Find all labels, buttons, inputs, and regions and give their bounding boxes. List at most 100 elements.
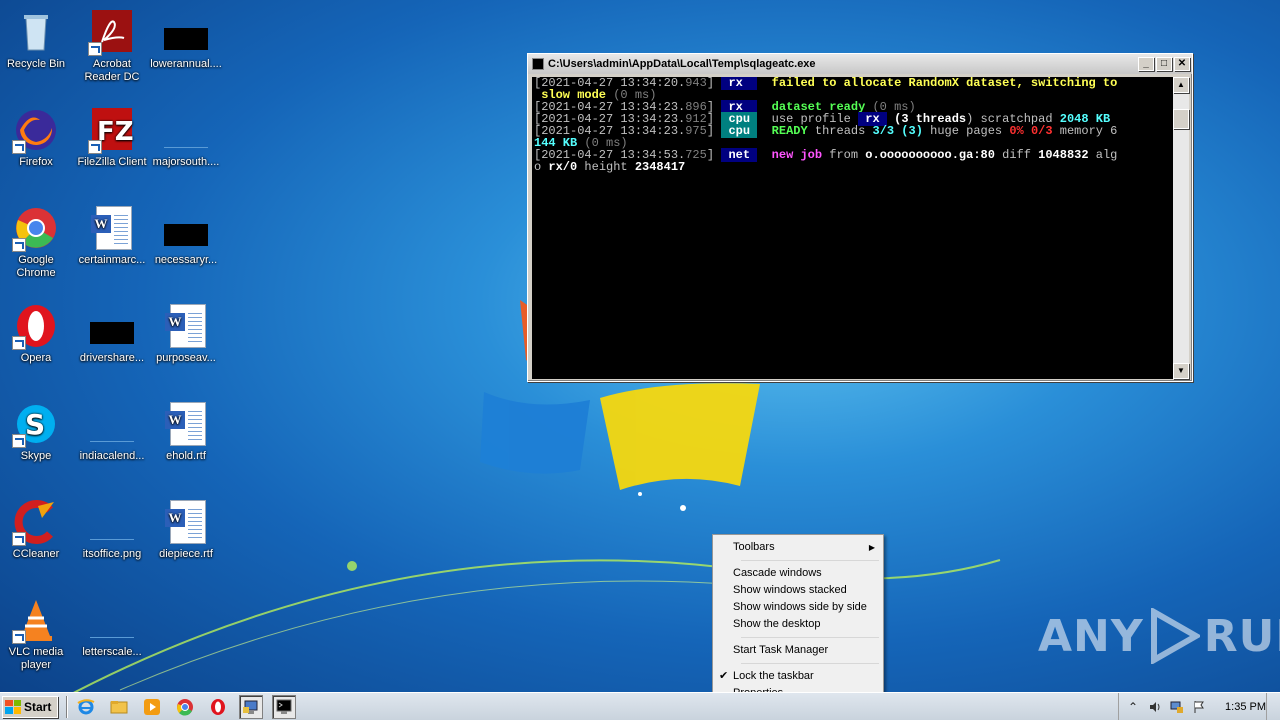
chrome-icon[interactable] — [173, 695, 197, 719]
desktop-icon-file[interactable]: lowerannual.... — [148, 8, 224, 71]
desktop-icon-ccleaner[interactable]: CCleaner — [0, 498, 74, 561]
chrome-icon — [12, 204, 60, 252]
desktop-icon-opera[interactable]: Opera — [0, 302, 74, 365]
console-text-segment: from — [822, 148, 866, 162]
desktop-icon-file[interactable]: letterscale... — [74, 596, 150, 659]
start-label: Start — [24, 699, 52, 714]
desktop-icon-label: ehold.rtf — [166, 450, 206, 462]
menu-item-lock-the-taskbar[interactable]: ✔ Lock the taskbar — [715, 668, 881, 685]
console-text-segment: diff — [994, 148, 1039, 162]
desktop-icon-label: majorsouth.... — [152, 156, 220, 168]
desktop-icon-label: Skype — [20, 450, 52, 462]
menu-item-show-the-desktop[interactable]: Show the desktop — [715, 616, 881, 633]
console-line: o rx/0 height 2348417 — [534, 161, 1172, 173]
watermark-text-left: ANY — [1038, 610, 1144, 662]
desktop-icon-label: Opera — [20, 352, 52, 364]
show-hidden-icons-arrow-icon[interactable]: ⌃ — [1125, 699, 1141, 715]
desktop-icon-label: diepiece.rtf — [159, 548, 213, 560]
action-center-flag-icon[interactable] — [1191, 699, 1207, 715]
taskbar-separator — [66, 695, 69, 718]
menu-item-toolbars[interactable]: Toolbars ▶ — [715, 539, 881, 556]
console-text-segment: 1048832 — [1038, 148, 1089, 162]
menu-separator — [741, 663, 879, 664]
desktop-icon-file[interactable]: indiacalend... — [74, 400, 150, 463]
console-text-segment: 725 — [685, 148, 707, 162]
show-desktop-button[interactable] — [1266, 693, 1280, 720]
console-text-segment: new job — [757, 148, 823, 162]
opera-icon — [12, 302, 60, 350]
desktop-icon-file[interactable]: itsoffice.png — [74, 498, 150, 561]
submenu-arrow-icon: ▶ — [868, 543, 875, 552]
menu-item-show-windows-stacked[interactable]: Show windows stacked — [715, 582, 881, 599]
acrobat-reader-icon — [88, 8, 136, 56]
desktop-icon-chrome[interactable]: Google Chrome — [0, 204, 74, 280]
filezilla-icon: FZ — [88, 106, 136, 154]
desktop-icon-label: CCleaner — [12, 548, 60, 560]
menu-item-cascade-windows[interactable]: Cascade windows — [715, 565, 881, 582]
media-player-icon[interactable] — [140, 695, 164, 719]
desktop-icon-recycle-bin[interactable]: Recycle Bin — [0, 8, 74, 71]
network-app-icon[interactable] — [239, 694, 264, 719]
file-icon — [162, 106, 210, 154]
menu-item-start-task-manager[interactable]: Start Task Manager — [715, 642, 881, 659]
desktop-icon-file[interactable]: drivershare... — [74, 302, 150, 365]
svg-text:FZ: FZ — [97, 117, 134, 147]
explorer-folder-icon[interactable] — [107, 695, 131, 719]
maximize-button[interactable]: □ — [1156, 57, 1172, 71]
desktop-icon-file[interactable]: majorsouth.... — [148, 106, 224, 169]
start-button[interactable]: Start — [2, 695, 59, 718]
menu-item-label: Toolbars — [733, 541, 775, 553]
desktop-icon-word-doc[interactable]: W certainmarc... — [74, 204, 150, 267]
desktop-icon-skype[interactable]: S Skype — [0, 400, 74, 463]
network-status-icon[interactable] — [1169, 699, 1185, 715]
desktop-icon-label: Firefox — [19, 156, 53, 168]
console-scrollbar[interactable]: ▲ ▼ — [1173, 77, 1189, 379]
skype-icon: S — [12, 400, 60, 448]
console-title: C:\Users\admin\AppData\Local\Temp\sqlage… — [548, 58, 816, 70]
file-icon — [88, 596, 136, 644]
menu-separator — [741, 637, 879, 638]
taskbar-clock[interactable]: 1:35 PM — [1225, 701, 1266, 713]
close-button[interactable]: ✕ — [1174, 57, 1190, 71]
minimize-button[interactable]: _ — [1138, 57, 1154, 71]
word-document-icon: W — [162, 400, 210, 448]
shortcut-arrow-icon — [12, 336, 26, 350]
file-icon — [162, 8, 210, 56]
desktop-icon-label: indiacalend... — [79, 450, 145, 462]
desktop-icon-word-doc[interactable]: W diepiece.rtf — [148, 498, 224, 561]
word-document-icon: W — [162, 302, 210, 350]
desktop-icon-acrobat[interactable]: Acrobat Reader DC — [74, 8, 150, 84]
scroll-up-arrow-icon[interactable]: ▲ — [1173, 77, 1189, 93]
console-titlebar[interactable]: C:\Users\admin\AppData\Local\Temp\sqlage… — [528, 54, 1192, 74]
volume-icon[interactable] — [1147, 699, 1163, 715]
console-text-segment: ] — [706, 124, 722, 138]
svg-text:S: S — [25, 408, 45, 441]
desktop-icon-file[interactable]: necessaryr... — [148, 204, 224, 267]
desktop-icon-word-doc[interactable]: W ehold.rtf — [148, 400, 224, 463]
scroll-down-arrow-icon[interactable]: ▼ — [1173, 363, 1189, 379]
console-text-segment: o.oooooooooo.ga:80 — [865, 148, 995, 162]
scroll-thumb[interactable] — [1173, 109, 1189, 129]
desktop-icon-vlc[interactable]: VLC media player — [0, 596, 74, 672]
checkmark-icon: ✔ — [719, 670, 729, 682]
menu-item-show-windows-side-by-side[interactable]: Show windows side by side — [715, 599, 881, 616]
shortcut-arrow-icon — [12, 238, 26, 252]
internet-explorer-icon[interactable] — [74, 695, 98, 719]
firefox-icon — [12, 106, 60, 154]
opera-icon[interactable] — [206, 695, 230, 719]
desktop-icon-word-doc[interactable]: W purposeav... — [148, 302, 224, 365]
file-icon — [88, 498, 136, 546]
console-output[interactable]: [2021-04-27 13:34:20.943] rx failed to a… — [532, 77, 1174, 379]
console-text-segment: alg — [1088, 148, 1118, 162]
desktop-icon-label: Recycle Bin — [6, 58, 66, 70]
shortcut-arrow-icon — [12, 140, 26, 154]
desktop-icon-filezilla[interactable]: FZ FileZilla Client — [74, 106, 150, 169]
menu-separator — [741, 560, 879, 561]
desktop-icon-firefox[interactable]: Firefox — [0, 106, 74, 169]
menu-item-label: Cascade windows — [733, 567, 822, 579]
shortcut-arrow-icon — [12, 434, 26, 448]
console-text-segment: 2348417 — [634, 160, 686, 174]
console-app-icon[interactable] — [272, 694, 297, 719]
console-window[interactable]: C:\Users\admin\AppData\Local\Temp\sqlage… — [527, 53, 1193, 382]
console-text-segment: o — [534, 160, 549, 174]
